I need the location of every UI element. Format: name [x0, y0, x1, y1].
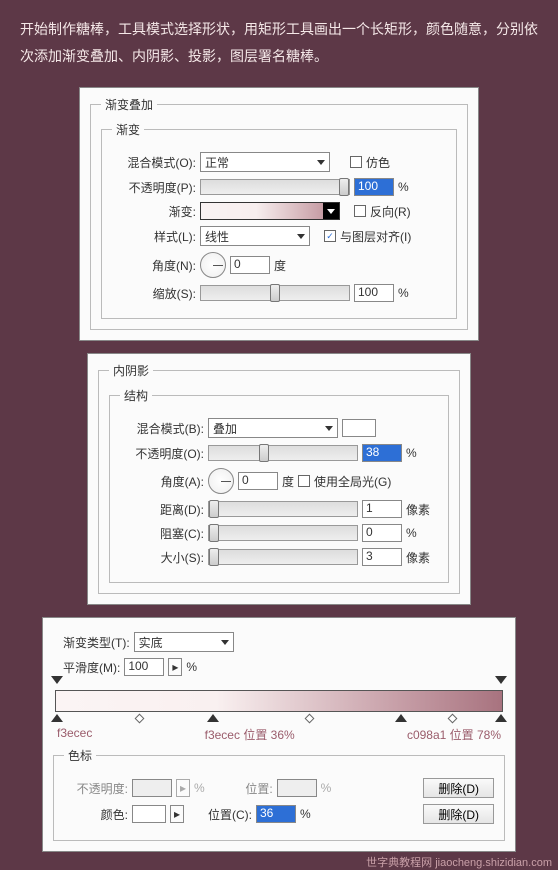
- global-light-checkbox[interactable]: [298, 475, 310, 487]
- angle-input[interactable]: 0: [230, 256, 270, 274]
- watermark: 世字典教程网 jiaocheng.shizidian.com: [0, 852, 558, 870]
- location-c-label: 位置(C):: [188, 806, 252, 823]
- distance-input[interactable]: 1: [362, 500, 402, 518]
- deg-label: 度: [274, 257, 286, 274]
- inner-shadow-panel: 内阴影 结构 混合模式(B): 叠加 不透明度(O): 38 % 角度(A): …: [87, 353, 471, 605]
- inner-shadow-fieldset: 内阴影 结构 混合模式(B): 叠加 不透明度(O): 38 % 角度(A): …: [98, 362, 460, 594]
- color-stop-78[interactable]: [395, 714, 407, 726]
- location-c-input[interactable]: 36: [256, 805, 296, 823]
- stop-color-swatch[interactable]: [132, 805, 166, 823]
- gradient-group: 渐变 混合模式(O): 正常 仿色 不透明度(P): 100 % 渐变: 反向(…: [101, 121, 457, 319]
- is-deg: 度: [282, 473, 294, 490]
- opacity-input[interactable]: 100: [354, 178, 394, 196]
- choke-label: 阻塞(C):: [120, 525, 204, 542]
- reverse-checkbox[interactable]: [354, 205, 366, 217]
- structure-title: 结构: [120, 387, 152, 404]
- delete-color-stop-button[interactable]: 删除(D): [423, 804, 494, 824]
- smooth-pct: %: [186, 660, 197, 674]
- intro-text: 开始制作糖棒，工具模式选择形状，用矩形工具画出一个长矩形，颜色随意，分别依次添加…: [0, 0, 558, 79]
- inner-shadow-title: 内阴影: [109, 362, 153, 379]
- angle-label: 角度(N):: [112, 257, 196, 274]
- align-label: 与图层对齐(I): [340, 228, 411, 245]
- shadow-color-swatch[interactable]: [342, 419, 376, 437]
- choke-pct: %: [406, 526, 417, 540]
- opacity-label: 不透明度(P):: [112, 179, 196, 196]
- midpoint-1[interactable]: [134, 714, 144, 724]
- dither-label: 仿色: [366, 154, 390, 171]
- choke-input[interactable]: 0: [362, 524, 402, 542]
- gradient-group-title: 渐变: [112, 121, 144, 138]
- midpoint-2[interactable]: [304, 714, 314, 724]
- size-slider[interactable]: [208, 549, 358, 565]
- blend-mode-label: 混合模式(O):: [112, 154, 196, 171]
- gradient-label: 渐变:: [112, 203, 196, 220]
- smooth-label: 平滑度(M):: [63, 659, 120, 676]
- stop-loc-pct: %: [321, 781, 332, 795]
- style-label: 样式(L):: [112, 228, 196, 245]
- pct-label: %: [398, 180, 409, 194]
- color-stop-100[interactable]: [495, 714, 507, 726]
- is-blend-label: 混合模式(B):: [120, 420, 204, 437]
- gradient-dropdown-icon[interactable]: [323, 203, 339, 219]
- is-pct: %: [406, 446, 417, 460]
- scale-input[interactable]: 100: [354, 284, 394, 302]
- is-angle-input[interactable]: 0: [238, 472, 278, 490]
- delete-opacity-stop-button[interactable]: 删除(D): [423, 778, 494, 798]
- smooth-input[interactable]: 100: [124, 658, 164, 676]
- style-select[interactable]: 线性: [200, 226, 310, 246]
- stop-opacity-input: [132, 779, 172, 797]
- size-px: 像素: [406, 549, 430, 566]
- is-opacity-slider[interactable]: [208, 445, 358, 461]
- px-label: 像素: [406, 501, 430, 518]
- gradient-preview[interactable]: [200, 202, 340, 220]
- is-angle-label: 角度(A):: [120, 473, 204, 490]
- size-input[interactable]: 3: [362, 548, 402, 566]
- is-angle-dial[interactable]: [208, 468, 234, 494]
- size-label: 大小(S):: [120, 549, 204, 566]
- gradient-editor-panel: 渐变类型(T): 实底 平滑度(M): 100 ▸ % f3ecec f3ece…: [42, 617, 516, 852]
- midpoint-3[interactable]: [448, 714, 458, 724]
- pct-label-2: %: [398, 286, 409, 300]
- stop-group: 色标 不透明度: ▸ % 位置: % 删除(D) 颜色: ▸ 位置(C): 36…: [53, 747, 505, 841]
- is-blend-select[interactable]: 叠加: [208, 418, 338, 438]
- is-opacity-input[interactable]: 38: [362, 444, 402, 462]
- structure-group: 结构 混合模式(B): 叠加 不透明度(O): 38 % 角度(A): 0 度 …: [109, 387, 449, 583]
- loc-c-pct: %: [300, 807, 311, 821]
- stop-location-label: 位置:: [209, 780, 273, 797]
- reverse-label: 反向(R): [370, 203, 411, 220]
- gradient-overlay-title: 渐变叠加: [101, 96, 157, 113]
- distance-slider[interactable]: [208, 501, 358, 517]
- gradient-overlay-panel: 渐变叠加 渐变 混合模式(O): 正常 仿色 不透明度(P): 100 % 渐变…: [79, 87, 479, 341]
- gradient-bar[interactable]: [55, 690, 503, 712]
- color-label: 颜色:: [64, 806, 128, 823]
- stop-opacity-stepper: ▸: [176, 779, 190, 797]
- is-opacity-label: 不透明度(O):: [120, 445, 204, 462]
- dither-checkbox[interactable]: [350, 156, 362, 168]
- smooth-stepper-icon[interactable]: ▸: [168, 658, 182, 676]
- distance-label: 距离(D):: [120, 501, 204, 518]
- grad-type-label: 渐变类型(T):: [63, 634, 130, 651]
- stop-opacity-label: 不透明度:: [64, 780, 128, 797]
- opacity-slider[interactable]: [200, 179, 350, 195]
- stop-annotations: f3ecec f3ecec 位置 36% c098a1 位置 78%: [53, 726, 505, 747]
- opacity-stop-right[interactable]: [495, 676, 507, 688]
- color-stepper[interactable]: ▸: [170, 805, 184, 823]
- stop-group-title: 色标: [64, 747, 96, 764]
- grad-type-select[interactable]: 实底: [134, 632, 234, 652]
- color-stop-0[interactable]: [51, 714, 63, 726]
- align-checkbox[interactable]: ✓: [324, 230, 336, 242]
- choke-slider[interactable]: [208, 525, 358, 541]
- scale-label: 缩放(S):: [112, 285, 196, 302]
- color-stop-36[interactable]: [207, 714, 219, 726]
- scale-slider[interactable]: [200, 285, 350, 301]
- gradient-overlay-fieldset: 渐变叠加 渐变 混合模式(O): 正常 仿色 不透明度(P): 100 % 渐变…: [90, 96, 468, 330]
- global-light-label: 使用全局光(G): [314, 473, 391, 490]
- opacity-stop-left[interactable]: [51, 676, 63, 688]
- stop-opacity-pct: %: [194, 781, 205, 795]
- angle-dial[interactable]: [200, 252, 226, 278]
- blend-mode-select[interactable]: 正常: [200, 152, 330, 172]
- stop-location-input: [277, 779, 317, 797]
